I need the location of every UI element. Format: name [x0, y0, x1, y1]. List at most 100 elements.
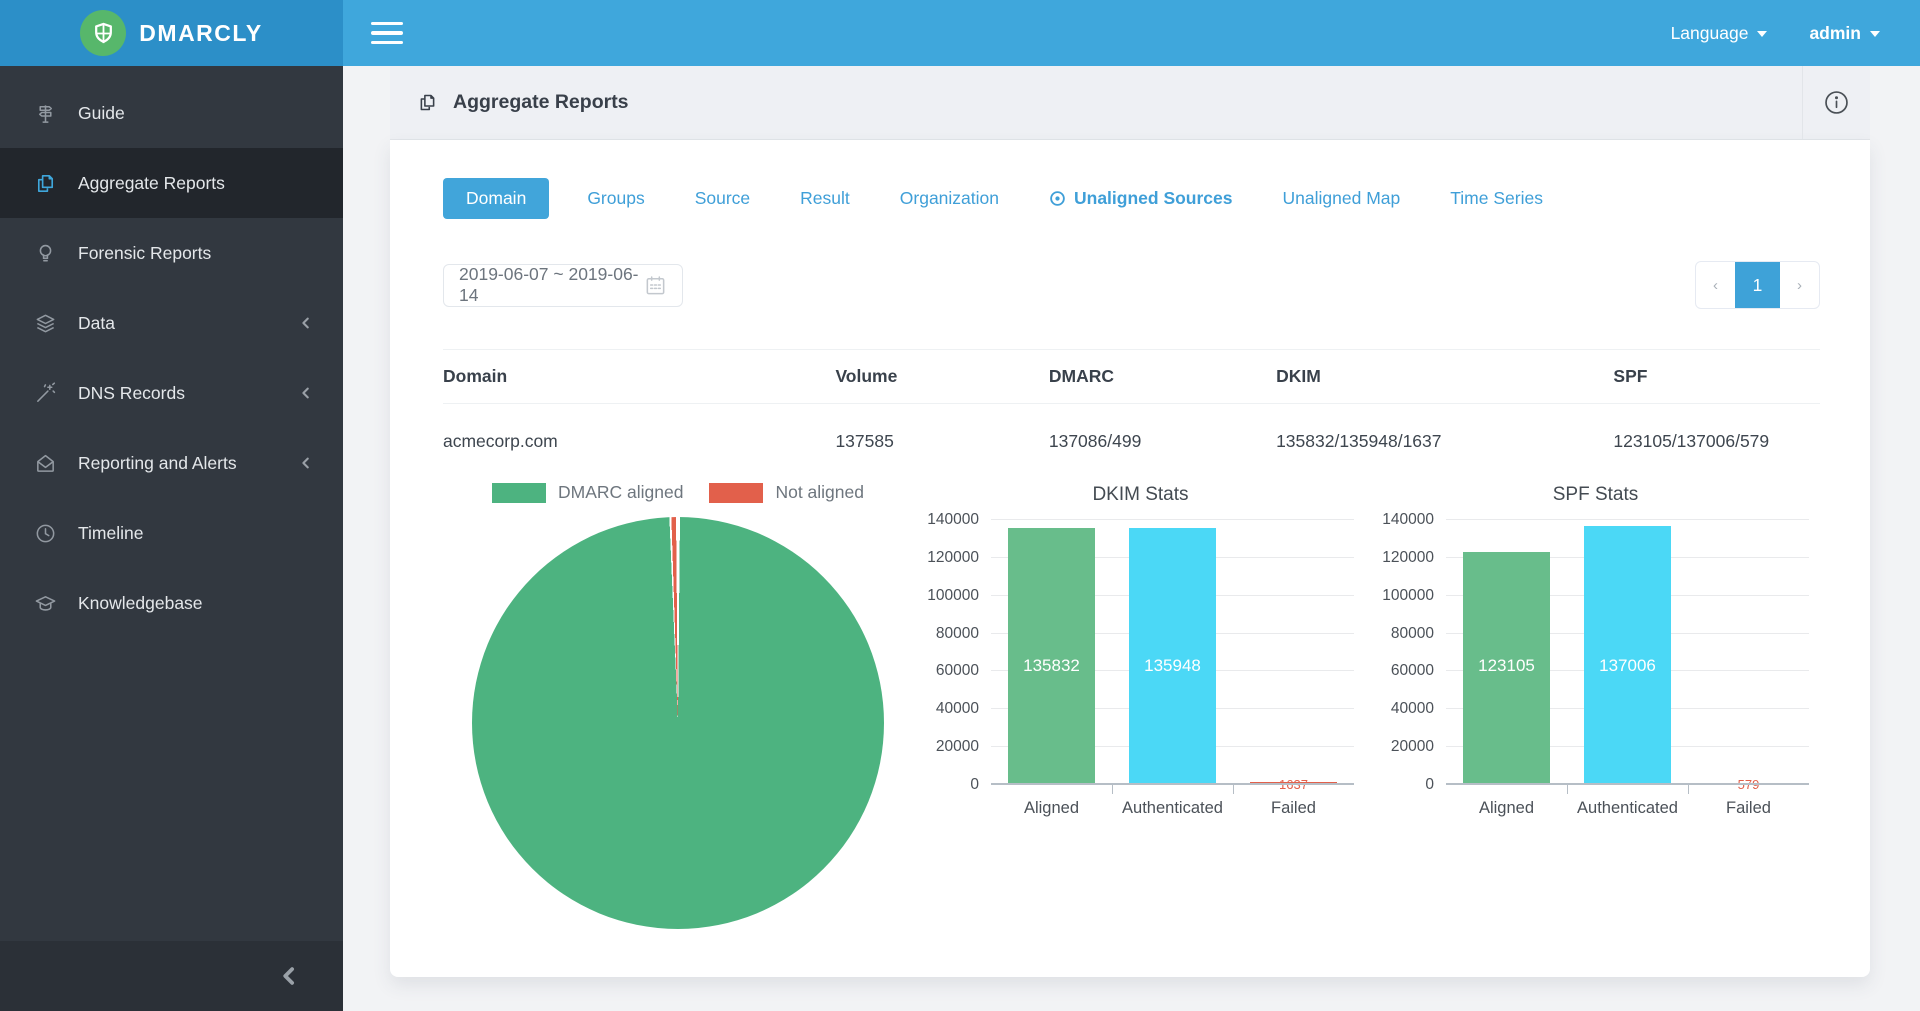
tab-organization[interactable]: Organization: [888, 188, 1011, 209]
tab-unaligned-sources[interactable]: Unaligned Sources: [1037, 188, 1245, 209]
pagination-prev-button[interactable]: ‹: [1696, 262, 1735, 308]
tab-unaligned-map[interactable]: Unaligned Map: [1271, 188, 1413, 209]
legend-entry-aligned: DMARC aligned: [492, 482, 683, 503]
sidebar-item-label: DNS Records: [78, 383, 299, 404]
chevron-left-icon: [299, 316, 313, 330]
tab-source[interactable]: Source: [683, 188, 762, 209]
column-header-volume: Volume: [835, 366, 1048, 387]
column-header-domain: Domain: [443, 366, 835, 387]
sidebar-item-label: Aggregate Reports: [78, 173, 313, 194]
report-tabs: Domain Groups Source Result Organization…: [443, 178, 1820, 219]
cell-volume: 137585: [835, 431, 1048, 452]
y-tick-label: 100000: [1382, 587, 1434, 605]
bar-value-label: 135948: [1112, 656, 1233, 676]
tab-result[interactable]: Result: [788, 188, 862, 209]
x-category-label: Authenticated: [1567, 799, 1688, 818]
y-tick-label: 120000: [927, 549, 979, 567]
sidebar-item-timeline[interactable]: Timeline: [0, 498, 343, 568]
hamburger-icon[interactable]: [371, 20, 407, 46]
report-card: Domain Groups Source Result Organization…: [390, 140, 1870, 977]
language-dropdown[interactable]: Language: [1671, 23, 1768, 44]
charts-row: DMARC aligned Not aligned DKIM Stats: [443, 476, 1820, 929]
pie-legend: DMARC aligned Not aligned: [443, 482, 913, 503]
topbar-menu: Language admin: [1671, 23, 1880, 44]
user-dropdown[interactable]: admin: [1809, 23, 1880, 44]
tab-domain[interactable]: Domain: [443, 178, 549, 219]
info-button[interactable]: [1802, 66, 1870, 139]
x-axis-tick: [1112, 785, 1113, 794]
y-tick-label: 80000: [1391, 625, 1434, 643]
body: Guide Aggregate Reports Forensic Reports: [0, 66, 1920, 1011]
pie: [472, 517, 884, 929]
cell-dkim: 135832/135948/1637: [1276, 431, 1613, 452]
cell-domain: acmecorp.com: [443, 431, 835, 452]
legend-entry-not-aligned: Not aligned: [709, 482, 864, 503]
lightbulb-icon: [32, 240, 58, 266]
bar-value-label: 123105: [1446, 656, 1567, 676]
sidebar-item-forensic-reports[interactable]: Forensic Reports: [0, 218, 343, 288]
sidebar-item-label: Data: [78, 313, 299, 334]
y-axis: 140000120000100000800006000040000200000: [1368, 520, 1446, 785]
sidebar-item-data[interactable]: Data: [0, 288, 343, 358]
sidebar-item-label: Guide: [78, 103, 313, 124]
legend-label: DMARC aligned: [558, 482, 683, 503]
sidebar-item-knowledgebase[interactable]: Knowledgebase: [0, 568, 343, 638]
plot-area: 1358321359481637: [991, 520, 1354, 785]
date-range-value: 2019-06-07 ~ 2019-06-14: [459, 264, 644, 306]
pagination-page-1[interactable]: 1: [1735, 262, 1780, 308]
legend-swatch-aligned: [492, 483, 546, 503]
x-axis-tick: [1567, 785, 1568, 794]
bar-slot-failed: 579: [1688, 520, 1809, 785]
x-category-label: Authenticated: [1112, 799, 1233, 818]
chevron-down-icon: [1757, 31, 1767, 37]
target-icon: [1049, 190, 1066, 207]
x-category-label: Failed: [1233, 799, 1354, 818]
column-header-dmarc: DMARC: [1049, 366, 1276, 387]
y-tick-label: 60000: [936, 662, 979, 680]
sidebar-item-label: Knowledgebase: [78, 593, 313, 614]
clock-icon: [32, 520, 58, 546]
sidebar-item-guide[interactable]: Guide: [0, 78, 343, 148]
sidebar-collapse-button[interactable]: [0, 941, 343, 1011]
documents-icon: [32, 170, 58, 196]
column-header-spf: SPF: [1613, 366, 1820, 387]
bar-slot-authenticated: 137006: [1567, 520, 1688, 785]
sidebar-item-reporting-and-alerts[interactable]: Reporting and Alerts: [0, 428, 343, 498]
y-tick-label: 140000: [1382, 511, 1434, 529]
table-header: Domain Volume DMARC DKIM SPF: [443, 349, 1820, 404]
y-tick-label: 60000: [1391, 662, 1434, 680]
chevron-left-icon: [299, 456, 313, 470]
x-category-label: Aligned: [991, 799, 1112, 818]
app-root: DMARCLY Language admin: [0, 0, 1920, 1011]
collapse-chevron-icon: [279, 966, 299, 986]
tab-groups[interactable]: Groups: [575, 188, 656, 209]
bar-slot-aligned: 135832: [991, 520, 1112, 785]
shield-logo-icon: [80, 10, 126, 56]
sidebar-item-dns-records[interactable]: DNS Records: [0, 358, 343, 428]
legend-label: Not aligned: [775, 482, 864, 503]
bars: 123105137006579: [1446, 520, 1809, 785]
bar-slot-authenticated: 135948: [1112, 520, 1233, 785]
plot-area: 123105137006579: [1446, 520, 1809, 785]
y-tick-label: 0: [970, 776, 979, 794]
tab-time-series[interactable]: Time Series: [1438, 188, 1555, 209]
pagination-next-button[interactable]: ›: [1780, 262, 1819, 308]
mail-open-icon: [32, 450, 58, 476]
page-title-group: Aggregate Reports: [390, 91, 629, 114]
x-category-label: Aligned: [1446, 799, 1567, 818]
chart-title: SPF Stats: [1368, 484, 1823, 506]
bar-slot-aligned: 123105: [1446, 520, 1567, 785]
page-header: Aggregate Reports: [390, 66, 1870, 140]
sidebar-item-aggregate-reports[interactable]: Aggregate Reports: [0, 148, 343, 218]
y-tick-label: 100000: [927, 587, 979, 605]
x-axis-line: [1446, 783, 1809, 786]
documents-icon: [417, 92, 438, 113]
legend-swatch-not-aligned: [709, 483, 763, 503]
filter-row: 2019-06-07 ~ 2019-06-14 ‹ 1 ›: [443, 261, 1820, 309]
date-range-picker[interactable]: 2019-06-07 ~ 2019-06-14: [443, 264, 683, 307]
bar-slot-failed: 1637: [1233, 520, 1354, 785]
table-row[interactable]: acmecorp.com 137585 137086/499 135832/13…: [443, 404, 1820, 472]
chevron-left-icon: [299, 386, 313, 400]
y-tick-label: 80000: [936, 625, 979, 643]
user-label: admin: [1809, 23, 1861, 44]
